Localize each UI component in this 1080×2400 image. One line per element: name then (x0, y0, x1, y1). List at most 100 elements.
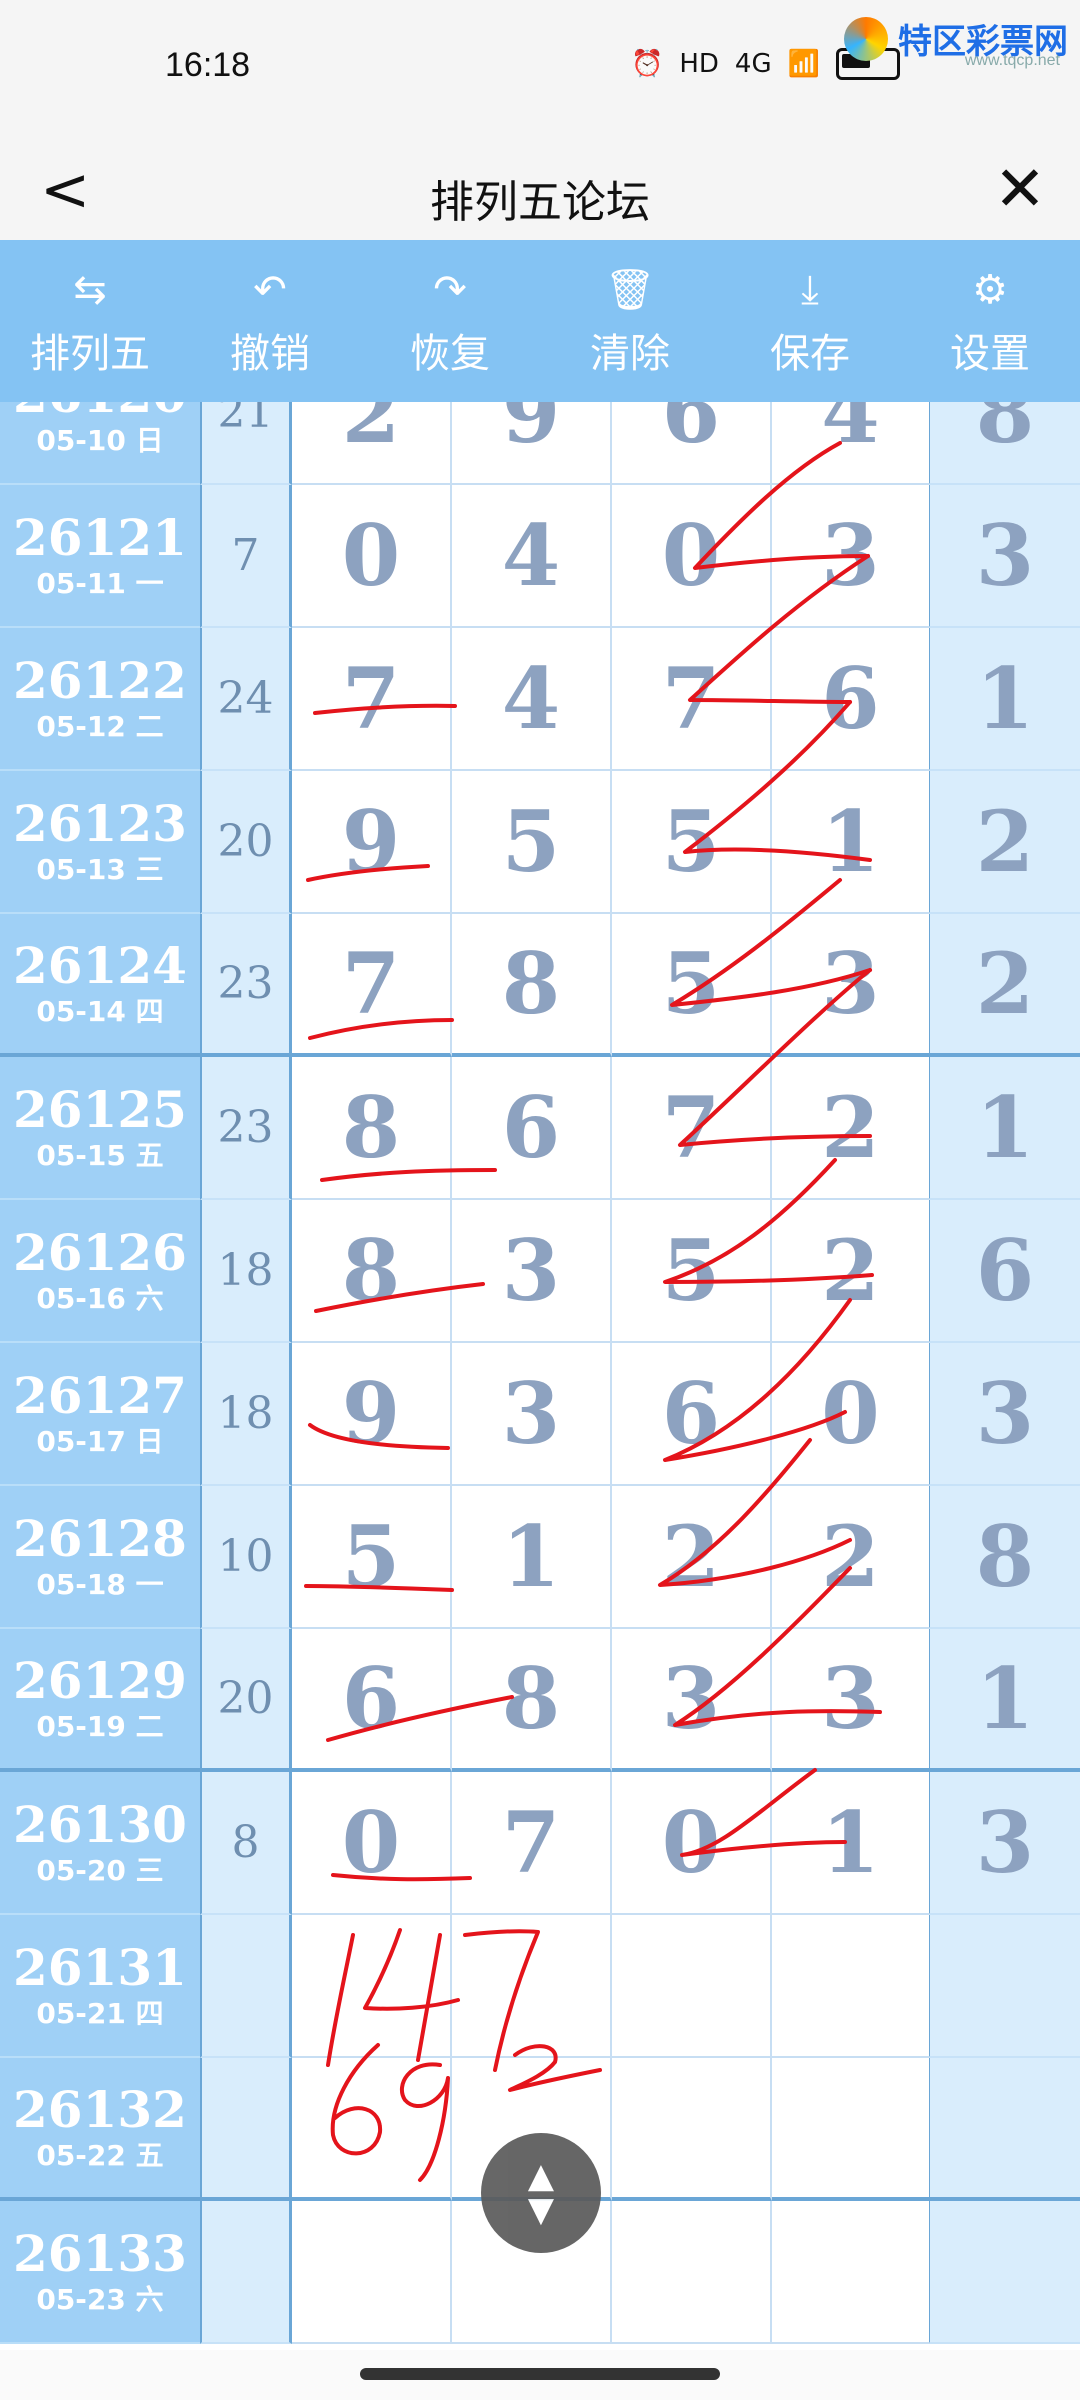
toolbar-clear-button[interactable]: 🗑 清除 (540, 240, 720, 402)
toolbar-settings-button[interactable]: ⚙ 设置 (900, 240, 1080, 402)
sum-cell: 23 (200, 914, 292, 1057)
extra-digit-cell: 3 (930, 1772, 1080, 1915)
toolbar-label: 撤销 (230, 331, 310, 377)
download-icon: ⤓ (801, 267, 819, 313)
sum-cell: 18 (200, 1343, 292, 1486)
digit-cell: 9 (292, 771, 452, 914)
digit-cell: 7 (612, 1057, 772, 1200)
extra-digit-cell: 8 (930, 402, 1080, 485)
issue-number: 26123 (13, 793, 187, 853)
table-row: 26125 05-15 五 23 8 6 7 2 1 (0, 1057, 1080, 1200)
watermark-site: www.tqcp.net (964, 52, 1060, 69)
digit-cell: 5 (292, 1486, 452, 1629)
toolbar-label: 设置 (950, 331, 1030, 377)
swap-icon: ⇆ (73, 267, 107, 313)
digit-cell: 6 (772, 628, 932, 771)
toolbar-save-button[interactable]: ⤓ 保存 (720, 240, 900, 402)
issue-cell: 2612005-10 日 (0, 402, 200, 485)
redo-icon: ↷ (433, 267, 467, 313)
sum-cell: 7 (200, 485, 292, 628)
digit-cell: 6 (292, 1629, 452, 1772)
issue-date: 05-12 二 (36, 709, 164, 743)
digit-cell: 5 (612, 771, 772, 914)
issue-cell: 26129 05-19 二 (0, 1629, 200, 1772)
digit-cell: 2 (772, 1057, 932, 1200)
sum-cell: 21 (200, 402, 292, 485)
number-grid[interactable]: 2612005-10 日 21 2 9 6 4 8 2612105-11 一 7… (0, 402, 1080, 2350)
issue-number: 26124 (13, 935, 187, 995)
digit-cell: 8 (452, 1629, 612, 1772)
issue-date: 05-16 六 (36, 1281, 164, 1315)
extra-digit-cell: 6 (930, 1200, 1080, 1343)
toolbar-label: 恢复 (410, 331, 490, 377)
issue-number: 26130 (13, 1794, 187, 1854)
digit-cell: 8 (292, 1057, 452, 1200)
issue-date: 05-17 日 (36, 1424, 164, 1458)
issue-number: 26129 (13, 1650, 187, 1710)
digit-cell: 5 (612, 914, 772, 1057)
issue-cell: 26132 05-22 五 (0, 2058, 200, 2201)
issue-number: 26127 (13, 1365, 187, 1425)
toolbar-redo-button[interactable]: ↷ 恢复 (360, 240, 540, 402)
page-title: 排列五论坛 (430, 177, 650, 228)
issue-number: 26121 (13, 507, 187, 567)
digit-cell: 7 (292, 628, 452, 771)
digit-cell: 5 (452, 771, 612, 914)
extra-digit-cell (930, 2201, 1080, 2344)
issue-number: 26131 (13, 1937, 187, 1997)
table-row: 2612005-10 日 21 2 9 6 4 8 (0, 402, 1080, 485)
digit-cell: 3 (772, 485, 932, 628)
issue-date: 05-19 二 (36, 1709, 164, 1743)
chevron-up-icon: ▲ (527, 2156, 555, 2196)
status-bar: 16:18 ⏰ HD 4G 📶 特区彩票网 www.tqcp.net (0, 0, 1080, 140)
signal-icon: 📶 (787, 49, 820, 79)
digit-cell (772, 1915, 932, 2058)
digit-cell: 1 (452, 1486, 612, 1629)
issue-number: 26125 (13, 1079, 187, 1139)
issue-cell: 26131 05-21 四 (0, 1915, 200, 2058)
issue-number: 26128 (13, 1508, 187, 1568)
toolbar-switch-button[interactable]: ⇆ 排列五 (0, 240, 180, 402)
watermark-logo-icon (844, 16, 888, 61)
extra-digit-cell: 3 (930, 485, 1080, 628)
issue-date: 05-21 四 (36, 1996, 164, 2030)
digit-cell: 4 (772, 402, 932, 485)
digit-cell: 7 (612, 628, 772, 771)
digit-cell: 3 (452, 1200, 612, 1343)
close-button[interactable]: ✕ (994, 158, 1046, 220)
toolbar: ⇆ 排列五 ↶ 撤销 ↷ 恢复 🗑 清除 ⤓ 保存 ⚙ 设置 (0, 240, 1080, 402)
extra-digit-cell: 8 (930, 1486, 1080, 1629)
digit-cell (612, 1915, 772, 2058)
issue-date: 05-14 四 (36, 994, 164, 1028)
toolbar-label: 清除 (590, 331, 670, 377)
hd-icon: HD (679, 49, 719, 79)
scroll-toggle-button[interactable]: ▲ ▼ (481, 2133, 601, 2253)
home-indicator[interactable] (360, 2368, 720, 2380)
issue-cell: 26128 05-18 一 (0, 1486, 200, 1629)
extra-digit-cell (930, 2058, 1080, 2201)
digit-cell: 9 (292, 1343, 452, 1486)
issue-cell: 26123 05-13 三 (0, 771, 200, 914)
sum-cell: 8 (200, 1772, 292, 1915)
issue-number: 26120 (13, 402, 187, 423)
digit-cell: 3 (612, 1629, 772, 1772)
digit-cell (292, 2201, 452, 2344)
issue-number: 26122 (13, 650, 187, 710)
sum-cell (200, 2058, 292, 2201)
table-row: 26126 05-16 六 18 8 3 5 2 6 (0, 1200, 1080, 1343)
issue-date: 05-11 一 (36, 566, 164, 600)
table-row: 26131 05-21 四 (0, 1915, 1080, 2058)
digit-cell (292, 1915, 452, 2058)
extra-digit-cell: 3 (930, 1343, 1080, 1486)
toolbar-undo-button[interactable]: ↶ 撤销 (180, 240, 360, 402)
table-row: 26122 05-12 二 24 7 4 7 6 1 (0, 628, 1080, 771)
extra-digit-cell (930, 1915, 1080, 2058)
table-row: 26130 05-20 三 8 0 7 0 1 3 (0, 1772, 1080, 1915)
digit-cell: 1 (772, 1772, 932, 1915)
digit-cell: 0 (612, 485, 772, 628)
issue-date: 05-15 五 (36, 1138, 164, 1172)
table-row: 26121 05-11 一 7 0 4 0 3 3 (0, 485, 1080, 628)
issue-date: 05-22 五 (36, 2138, 164, 2172)
digit-cell: 8 (452, 914, 612, 1057)
issue-cell: 26124 05-14 四 (0, 914, 200, 1057)
